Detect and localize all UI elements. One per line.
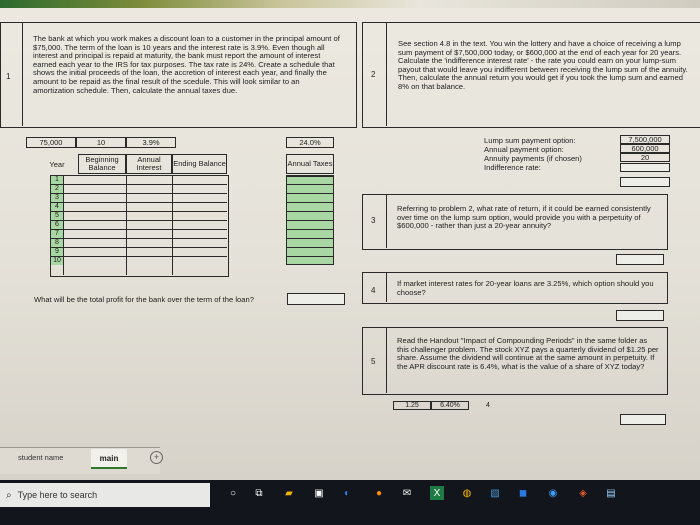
problem-2-text: See section 4.8 in the text. You win the…	[398, 39, 688, 91]
year-label: 9	[55, 248, 59, 255]
year-label: 10	[53, 257, 61, 264]
problem-5-answer-cell[interactable]	[620, 414, 666, 425]
schedule-row	[50, 229, 227, 230]
schedule-row	[50, 247, 227, 248]
problem-4-number: 4	[371, 286, 376, 295]
problem-3-divider	[386, 194, 387, 248]
app-icon[interactable]: ◈	[576, 486, 590, 500]
add-sheet-icon[interactable]: +	[150, 451, 163, 464]
annual-return-answer-cell[interactable]	[620, 177, 670, 187]
schedule-grid	[50, 175, 229, 277]
col-ending-header: Ending Balance	[172, 154, 227, 174]
col-year-header: Year	[49, 159, 65, 169]
schedule-row	[50, 184, 227, 185]
schedule-row	[50, 202, 227, 203]
periods-cell[interactable]: 4	[469, 401, 507, 410]
chrome-icon[interactable]: ◍	[460, 486, 474, 500]
problem-1-number: 1	[6, 72, 11, 81]
grid-vline	[172, 175, 173, 275]
cortana-icon[interactable]: ○	[226, 486, 240, 500]
spreadsheet-area: 1 The bank at which you work makes a dis…	[0, 0, 700, 480]
window-top-strip	[0, 0, 700, 8]
taxes-row	[286, 193, 334, 194]
year-label: 5	[55, 212, 59, 219]
schedule-row	[50, 238, 227, 239]
profit-question: What will be the total profit for the ba…	[34, 295, 254, 304]
problem-2-number: 2	[371, 70, 376, 79]
grid-vline	[126, 175, 127, 275]
year-label: 1	[55, 176, 59, 183]
indifference-answer-cell[interactable]	[620, 163, 670, 172]
photos-icon[interactable]: ▧	[488, 486, 502, 500]
annuity-value[interactable]: 20	[620, 153, 670, 162]
problem-3-number: 3	[371, 216, 376, 225]
problem-1-divider	[22, 22, 23, 126]
grid-vline	[63, 175, 64, 275]
problem-5-number: 5	[371, 357, 376, 366]
tax-rate-cell[interactable]: 24.0%	[286, 137, 334, 148]
mail-icon[interactable]: ✉	[400, 486, 414, 500]
indifference-label: Indifference rate:	[484, 163, 541, 172]
task-view-icon[interactable]: ⧉	[252, 486, 266, 500]
taskbar-search[interactable]: ⌕ Type here to search	[0, 483, 210, 507]
principal-cell[interactable]: 75,000	[26, 137, 76, 148]
year-label: 3	[55, 194, 59, 201]
chat-icon[interactable]: ◉	[546, 486, 560, 500]
col-taxes-header: Annual Taxes	[286, 154, 334, 174]
media-icon[interactable]: ▤	[604, 486, 618, 500]
col-interest-header: Annual Interest	[126, 154, 172, 174]
rate-cell[interactable]: 3.9%	[126, 137, 176, 148]
problem-4-divider	[386, 272, 387, 302]
problem-5-divider	[386, 327, 387, 393]
schedule-row	[50, 220, 227, 221]
taxes-row	[286, 238, 334, 239]
schedule-row	[50, 256, 227, 257]
tab-student-name[interactable]: student name	[18, 453, 63, 462]
problem-4-answer-cell[interactable]	[616, 310, 664, 321]
edge-icon[interactable]: ◐	[340, 486, 354, 500]
problem-1-text: The bank at which you work makes a disco…	[33, 34, 340, 95]
taxes-row	[286, 229, 334, 230]
tab-main[interactable]: main	[91, 449, 127, 469]
profit-answer-cell[interactable]	[287, 293, 345, 305]
schedule-row	[50, 211, 227, 212]
taxes-row	[286, 211, 334, 212]
schedule-row	[50, 193, 227, 194]
search-icon: ⌕	[6, 489, 12, 501]
col-beginning-header: Beginning Balance	[78, 154, 126, 174]
years-cell[interactable]: 10	[76, 137, 126, 148]
taxes-row	[286, 202, 334, 203]
firefox-icon[interactable]: ●	[372, 486, 386, 500]
taxes-row	[286, 220, 334, 221]
dividend-cell[interactable]: 1.25	[393, 401, 431, 410]
sheet-tab-bar: student name main +	[0, 447, 700, 474]
problem-4-text: If market interest rates for 20-year loa…	[397, 279, 654, 297]
problem-3-answer-cell[interactable]	[616, 254, 664, 265]
store-icon[interactable]: ▣	[312, 486, 326, 500]
file-explorer-icon[interactable]: ▰	[282, 486, 296, 500]
year-label: 6	[55, 221, 59, 228]
excel-icon[interactable]: X	[430, 486, 444, 500]
year-label: 4	[55, 203, 59, 210]
taxes-row	[286, 247, 334, 248]
annual-payment-value[interactable]: 600,000	[620, 144, 670, 153]
year-label: 8	[55, 239, 59, 246]
taxes-row	[286, 175, 334, 176]
problem-5-text: Read the Handout "Impact of Compounding …	[397, 336, 659, 371]
taxes-row	[286, 256, 334, 257]
taxes-row	[286, 184, 334, 185]
problem-2-divider	[386, 22, 387, 126]
year-label: 7	[55, 230, 59, 237]
search-placeholder: Type here to search	[17, 490, 98, 500]
apr-cell[interactable]: 6.40%	[431, 401, 469, 410]
problem-3-text: Referring to problem 2, what rate of ret…	[397, 204, 651, 231]
outlook-icon[interactable]: ◼	[516, 486, 530, 500]
year-label: 2	[55, 185, 59, 192]
schedule-row	[50, 175, 227, 176]
lump-sum-value[interactable]: 7,500,000	[620, 135, 670, 144]
